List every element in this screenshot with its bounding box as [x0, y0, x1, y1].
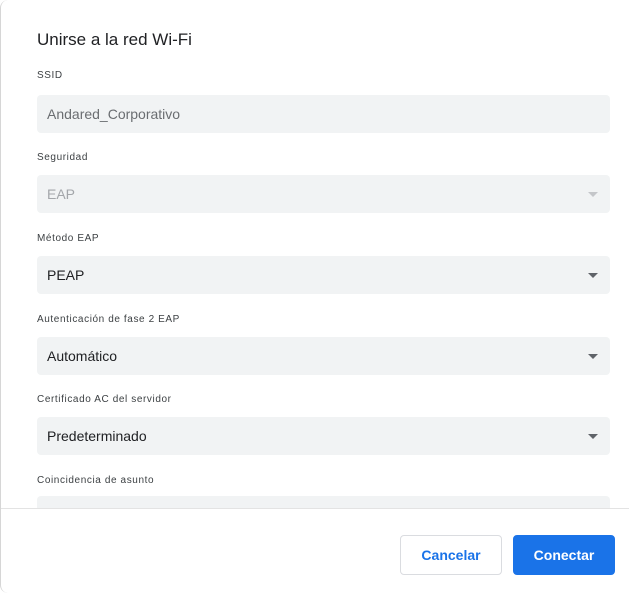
chevron-down-icon: [588, 354, 598, 359]
server-ca-cert-value: Predeterminado: [47, 428, 147, 444]
server-ca-cert-label: Certificado AC del servidor: [37, 394, 172, 405]
server-ca-cert-select[interactable]: Predeterminado: [37, 417, 610, 455]
phase2-auth-label: Autenticación de fase 2 EAP: [37, 314, 180, 325]
subject-match-field[interactable]: [37, 496, 610, 508]
ssid-field[interactable]: Andared_Corporativo: [37, 95, 610, 133]
eap-method-select[interactable]: PEAP: [37, 256, 610, 294]
security-label: Seguridad: [37, 152, 88, 163]
security-value: EAP: [47, 186, 76, 202]
chevron-down-icon: [588, 273, 598, 278]
security-select: EAP: [37, 175, 610, 213]
eap-method-label: Método EAP: [37, 233, 100, 244]
ssid-label: SSID: [37, 70, 63, 81]
phase2-auth-select[interactable]: Automático: [37, 337, 610, 375]
eap-method-value: PEAP: [47, 267, 85, 283]
chevron-down-icon: [588, 192, 598, 197]
ssid-value: Andared_Corporativo: [47, 106, 181, 122]
chevron-down-icon: [588, 434, 598, 439]
phase2-auth-value: Automático: [47, 348, 118, 364]
footer-divider: [1, 508, 629, 509]
connect-button[interactable]: Conectar: [513, 535, 615, 575]
join-wifi-dialog: Unirse a la red Wi-Fi SSID Andared_Corpo…: [0, 0, 629, 593]
subject-match-label: Coincidencia de asunto: [37, 475, 155, 486]
dialog-title: Unirse a la red Wi-Fi: [37, 30, 192, 49]
cancel-button[interactable]: Cancelar: [400, 535, 502, 575]
